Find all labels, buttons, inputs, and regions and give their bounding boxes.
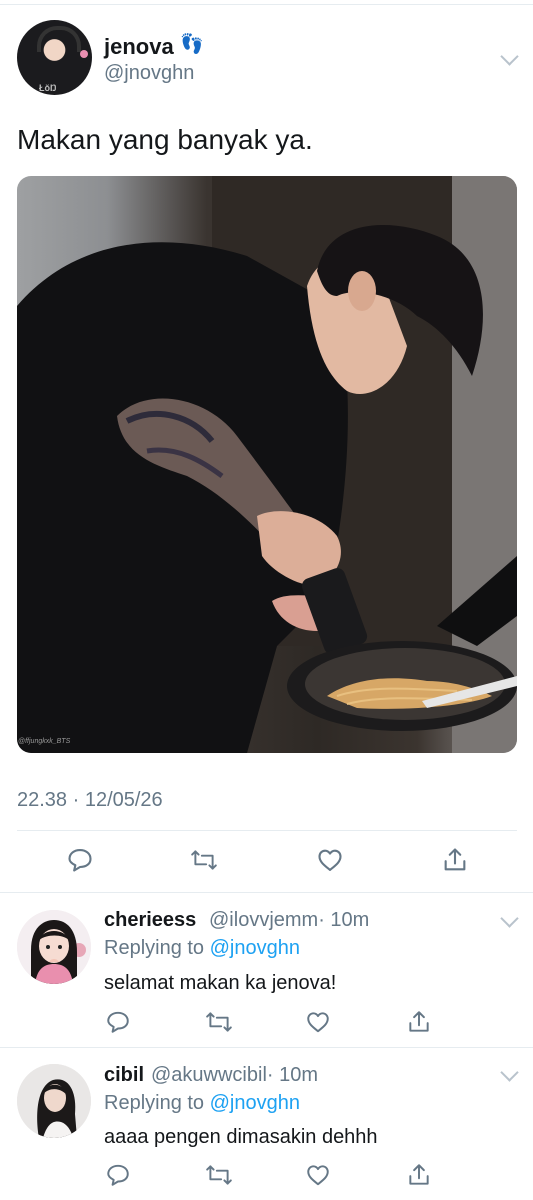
like-button[interactable] <box>304 1161 332 1189</box>
footprints-emoji: 👣 <box>180 34 204 55</box>
handle-text[interactable]: @ilovvjemm <box>209 909 318 931</box>
divider <box>0 892 533 893</box>
retweet-button[interactable] <box>205 1008 233 1036</box>
tweet-timestamp[interactable]: 22.38 · 12/05/26 <box>17 789 163 812</box>
mention-link[interactable]: @jnovghn <box>210 937 300 959</box>
share-button[interactable] <box>441 846 469 874</box>
avatar-illustration <box>17 910 91 984</box>
handle-text[interactable]: @akuwwcibil <box>151 1064 267 1086</box>
author-avatar[interactable]: ŁŏŊ <box>17 20 92 95</box>
retweet-button[interactable] <box>205 1161 233 1189</box>
like-button[interactable] <box>304 1008 332 1036</box>
reply-button[interactable] <box>104 1008 132 1036</box>
chevron-down-icon[interactable] <box>500 1063 519 1082</box>
reply-avatar[interactable] <box>17 910 91 984</box>
replying-to-line: Replying to @jnovghn <box>104 1092 300 1115</box>
reply-author-handle[interactable]: @ilovvjemm· 10m <box>209 909 369 932</box>
divider <box>17 830 517 831</box>
retweet-button[interactable] <box>190 846 218 874</box>
reply-author-handle[interactable]: @akuwwcibil· 10m <box>151 1064 318 1087</box>
reply-avatar[interactable] <box>17 1064 91 1138</box>
reply-icon <box>68 849 92 872</box>
share-icon <box>409 1164 429 1185</box>
tweet-photo[interactable] <box>17 176 517 753</box>
photo-illustration <box>17 176 517 753</box>
share-button[interactable] <box>405 1161 433 1189</box>
divider <box>0 1047 533 1048</box>
like-button[interactable] <box>316 846 344 874</box>
author-name[interactable]: jenova <box>104 34 174 60</box>
reply-time: · 10m <box>318 909 370 931</box>
reply-text: aaaa pengen dimasakin dehhh <box>104 1126 378 1148</box>
reply-time: · 10m <box>266 1064 319 1086</box>
retweet-icon <box>191 850 217 870</box>
reply-icon <box>107 1164 129 1186</box>
retweet-icon <box>206 1012 232 1032</box>
tweet-text: Makan yang banyak ya. <box>17 124 313 155</box>
reply-button[interactable] <box>104 1161 132 1189</box>
replying-prefix: Replying to <box>104 937 210 959</box>
mention-link[interactable]: @jnovghn <box>210 1092 300 1114</box>
author-handle[interactable]: @jnovghn <box>104 62 194 85</box>
chevron-down-icon[interactable] <box>500 47 519 66</box>
retweet-icon <box>206 1165 232 1185</box>
reply-button[interactable] <box>66 846 94 874</box>
replying-prefix: Replying to <box>104 1092 210 1114</box>
avatar-illustration <box>17 1064 91 1138</box>
reply-author-name[interactable]: cherieess <box>104 909 196 932</box>
replying-to-line: Replying to @jnovghn <box>104 937 300 960</box>
top-divider <box>0 4 533 5</box>
reply-author-name[interactable]: cibil <box>104 1064 144 1087</box>
like-icon <box>318 849 342 871</box>
reply-icon <box>107 1011 129 1033</box>
reply-text: selamat makan ka jenova! <box>104 972 337 994</box>
chevron-down-icon[interactable] <box>500 909 519 928</box>
share-button[interactable] <box>405 1008 433 1036</box>
share-icon <box>444 848 466 871</box>
like-icon <box>307 1165 329 1186</box>
share-icon <box>409 1011 429 1032</box>
like-icon <box>307 1012 329 1033</box>
photo-watermark: @ffjungkxk_BTS <box>18 738 71 745</box>
